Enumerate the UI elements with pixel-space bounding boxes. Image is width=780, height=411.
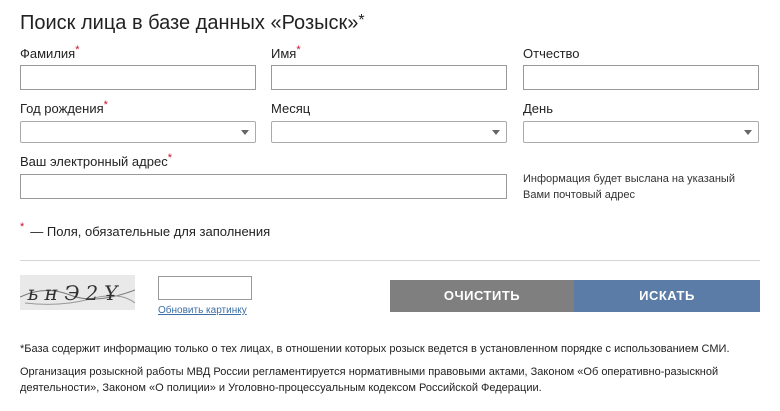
required-mark: * xyxy=(75,44,80,56)
name-label: Имя* xyxy=(271,44,301,61)
day-select[interactable] xyxy=(523,121,759,143)
captcha-input[interactable] xyxy=(158,276,252,300)
required-mark: * xyxy=(167,152,172,164)
birth-year-label-text: Год рождения xyxy=(20,101,104,116)
birth-year-label: Год рождения* xyxy=(20,99,108,116)
refresh-captcha-link[interactable]: Обновить картинку xyxy=(158,305,247,316)
page-title-text: Поиск лица в базе данных «Розыск» xyxy=(20,12,359,34)
required-mark: * xyxy=(296,44,301,56)
day-label: День xyxy=(523,101,553,116)
chevron-down-icon xyxy=(744,130,752,135)
footnote-legal: Организация розыскной работы МВД России … xyxy=(20,366,719,394)
name-input[interactable] xyxy=(271,65,507,90)
title-asterisk: * xyxy=(358,12,365,29)
captcha-image: ьнЭ2Ұ xyxy=(20,275,135,310)
divider xyxy=(20,260,760,261)
patronymic-input[interactable] xyxy=(523,65,759,90)
search-button[interactable]: ИСКАТЬ xyxy=(574,280,760,312)
email-label-text: Ваш электронный адрес xyxy=(20,154,168,169)
required-note-text: — Поля, обязательные для заполнения xyxy=(30,224,271,239)
chevron-down-icon xyxy=(241,130,249,135)
surname-label-text: Фамилия xyxy=(20,46,76,61)
month-label: Месяц xyxy=(271,101,310,116)
chevron-down-icon xyxy=(492,130,500,135)
surname-input[interactable] xyxy=(20,65,256,90)
name-label-text: Имя xyxy=(271,46,297,61)
required-mark: * xyxy=(20,221,25,233)
surname-label: Фамилия* xyxy=(20,44,80,61)
birth-year-select[interactable] xyxy=(20,121,256,143)
patronymic-label-text: Отчество xyxy=(523,46,580,61)
required-note: * — Поля, обязательные для заполнения xyxy=(20,221,271,239)
clear-button[interactable]: ОЧИСТИТЬ xyxy=(390,280,574,312)
email-label: Ваш электронный адрес* xyxy=(20,152,172,169)
page-title: Поиск лица в базе данных «Розыск»* xyxy=(20,12,365,35)
footnote-database: *База содержит информацию только о тех л… xyxy=(20,343,730,355)
email-hint: Информация будет выслана на указаный Вам… xyxy=(523,173,735,201)
email-input[interactable] xyxy=(20,174,507,199)
month-select[interactable] xyxy=(271,121,507,143)
captcha-text: ьнЭ2Ұ xyxy=(25,281,126,305)
required-mark: * xyxy=(103,99,108,111)
day-label-text: День xyxy=(523,101,553,116)
month-label-text: Месяц xyxy=(271,101,311,116)
patronymic-label: Отчество xyxy=(523,46,580,61)
